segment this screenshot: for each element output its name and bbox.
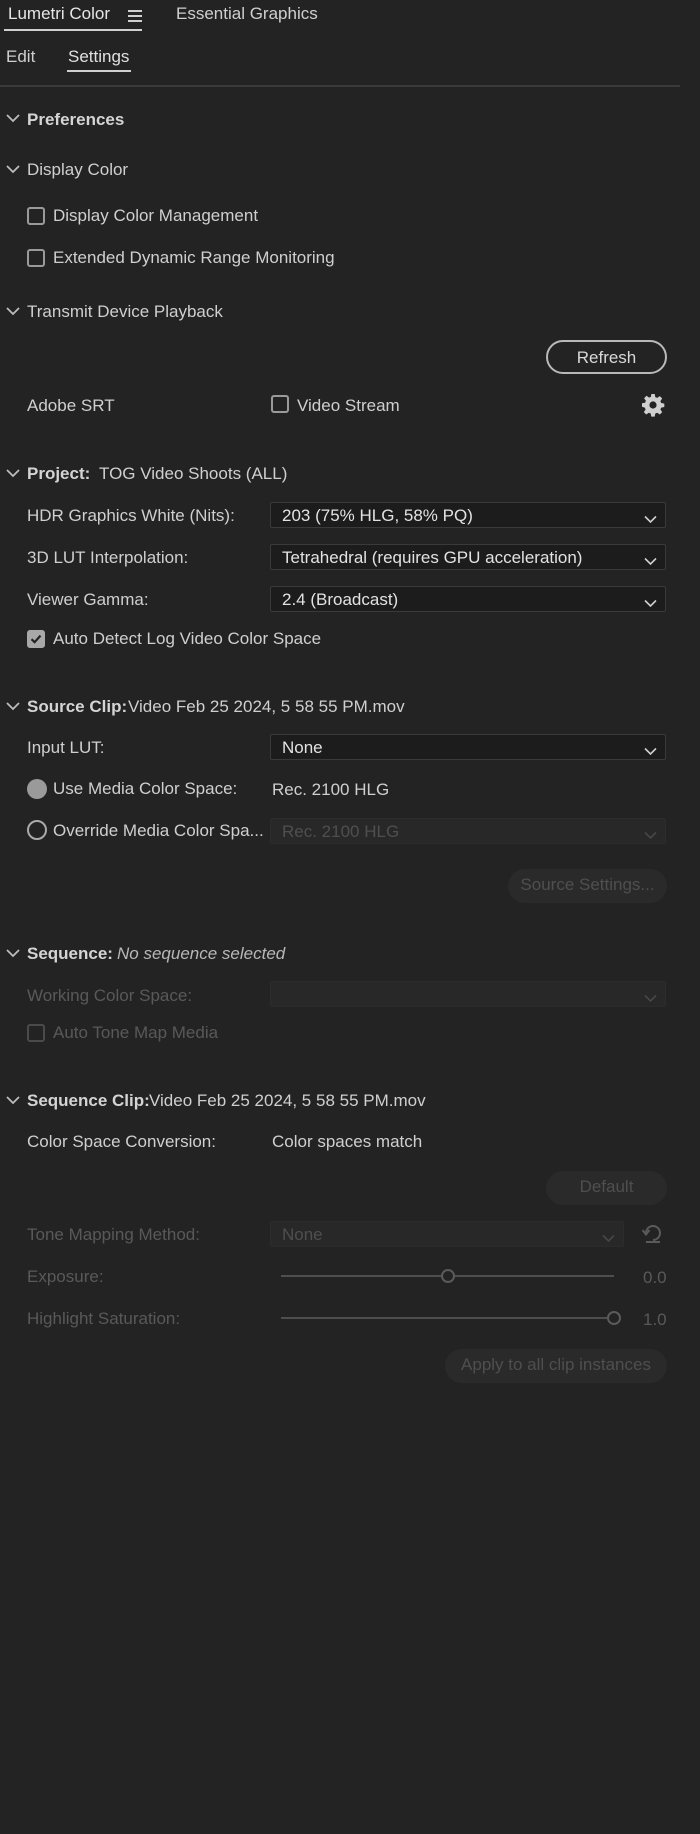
project-name: TOG Video Shoots (ALL) — [99, 464, 288, 483]
display-color-heading[interactable]: Display Color — [27, 160, 128, 180]
chevron-down-icon — [602, 1228, 615, 1248]
sequence-name: No sequence selected — [117, 944, 286, 963]
hdr-white-value: 203 (75% HLG, 58% PQ) — [282, 506, 473, 525]
override-media-color-space-value: Rec. 2100 HLG — [282, 822, 400, 841]
hamburger-menu-icon[interactable] — [128, 7, 142, 27]
tab-essential-graphics[interactable]: Essential Graphics — [176, 4, 318, 24]
chevron-down-icon — [644, 593, 657, 613]
transmit-device-heading[interactable]: Transmit Device Playback — [27, 302, 223, 322]
color-space-conversion-label: Color Space Conversion: — [27, 1132, 216, 1151]
source-clip-name: Video Feb 25 2024, 5 58 55 PM.mov — [128, 697, 405, 716]
header-divider — [0, 85, 680, 87]
highlight-saturation-slider-thumb[interactable] — [607, 1311, 621, 1325]
chevron-down-icon — [644, 741, 657, 761]
active-subtab-indicator — [67, 70, 131, 72]
auto-detect-log-checkbox[interactable] — [27, 630, 45, 648]
auto-tone-map-label: Auto Tone Map Media — [53, 1023, 219, 1042]
input-lut-value: None — [282, 738, 323, 757]
source-settings-button[interactable]: Source Settings... — [508, 869, 667, 903]
gear-icon[interactable] — [641, 393, 665, 422]
highlight-saturation-slider-track[interactable] — [281, 1317, 614, 1319]
viewer-gamma-dropdown[interactable]: 2.4 (Broadcast) — [270, 586, 666, 612]
override-media-color-space-radio[interactable] — [27, 820, 47, 840]
hdr-white-dropdown[interactable]: 203 (75% HLG, 58% PQ) — [270, 502, 666, 528]
chevron-down-icon — [644, 509, 657, 529]
exposure-label: Exposure: — [27, 1267, 104, 1286]
refresh-button[interactable]: Refresh — [546, 340, 667, 374]
auto-tone-map-checkbox[interactable] — [27, 1024, 45, 1042]
project-heading[interactable]: Project: — [27, 464, 90, 484]
subtab-edit[interactable]: Edit — [6, 47, 35, 67]
input-lut-label: Input LUT: — [27, 738, 105, 757]
chevron-down-icon[interactable] — [6, 113, 22, 129]
active-tab-indicator — [4, 29, 142, 31]
tone-mapping-label: Tone Mapping Method: — [27, 1225, 200, 1244]
chevron-down-icon — [644, 988, 657, 1008]
override-media-color-space-dropdown[interactable]: Rec. 2100 HLG — [270, 818, 666, 844]
sequence-clip-name: Video Feb 25 2024, 5 58 55 PM.mov — [149, 1091, 426, 1110]
extended-dynamic-range-label: Extended Dynamic Range Monitoring — [53, 248, 335, 267]
lut-interpolation-value: Tetrahedral (requires GPU acceleration) — [282, 548, 583, 567]
chevron-down-icon[interactable] — [6, 164, 22, 180]
chevron-down-icon[interactable] — [6, 306, 22, 322]
extended-dynamic-range-checkbox[interactable] — [27, 249, 45, 267]
exposure-slider-thumb[interactable] — [440, 1269, 455, 1283]
viewer-gamma-value: 2.4 (Broadcast) — [282, 590, 399, 609]
lut-interpolation-dropdown[interactable]: Tetrahedral (requires GPU acceleration) — [270, 544, 666, 570]
tone-mapping-value: None — [282, 1225, 323, 1244]
video-stream-checkbox[interactable] — [271, 395, 289, 413]
adobe-srt-label: Adobe SRT — [27, 396, 115, 415]
preferences-heading[interactable]: Preferences — [27, 110, 124, 130]
default-button[interactable]: Default — [546, 1171, 667, 1205]
apply-to-all-clip-instances-button[interactable]: Apply to all clip instances — [445, 1349, 667, 1383]
chevron-down-icon[interactable] — [6, 1095, 22, 1111]
lut-interpolation-label: 3D LUT Interpolation: — [27, 548, 189, 567]
auto-detect-log-label: Auto Detect Log Video Color Space — [53, 629, 322, 648]
display-color-management-checkbox[interactable] — [27, 207, 45, 225]
use-media-color-space-radio[interactable] — [27, 779, 47, 799]
use-media-color-space-value: Rec. 2100 HLG — [272, 780, 390, 799]
reset-icon[interactable] — [641, 1224, 664, 1249]
working-color-space-label: Working Color Space: — [27, 986, 193, 1005]
input-lut-dropdown[interactable]: None — [270, 734, 666, 760]
chevron-down-icon — [644, 825, 657, 845]
sequence-heading[interactable]: Sequence: — [27, 944, 113, 964]
highlight-saturation-label: Highlight Saturation: — [27, 1309, 181, 1328]
highlight-saturation-value[interactable]: 1.0 — [643, 1310, 667, 1330]
display-color-management-label: Display Color Management — [53, 206, 259, 225]
sequence-clip-heading[interactable]: Sequence Clip: — [27, 1091, 150, 1111]
source-clip-heading[interactable]: Source Clip: — [27, 697, 127, 717]
color-space-conversion-value: Color spaces match — [272, 1132, 423, 1151]
override-media-color-space-label: Override Media Color Spa... — [53, 821, 264, 840]
chevron-down-icon — [644, 551, 657, 571]
tone-mapping-dropdown[interactable]: None — [270, 1221, 624, 1247]
chevron-down-icon[interactable] — [6, 468, 22, 484]
subtab-settings[interactable]: Settings — [68, 47, 129, 67]
video-stream-label: Video Stream — [297, 396, 400, 415]
exposure-value[interactable]: 0.0 — [643, 1268, 667, 1288]
tab-lumetri-color[interactable]: Lumetri Color — [8, 4, 110, 24]
working-color-space-dropdown[interactable] — [270, 981, 666, 1007]
hdr-white-label: HDR Graphics White (Nits): — [27, 506, 235, 525]
use-media-color-space-label: Use Media Color Space: — [53, 779, 238, 798]
viewer-gamma-label: Viewer Gamma: — [27, 590, 149, 609]
chevron-down-icon[interactable] — [6, 948, 22, 964]
chevron-down-icon[interactable] — [6, 701, 22, 717]
